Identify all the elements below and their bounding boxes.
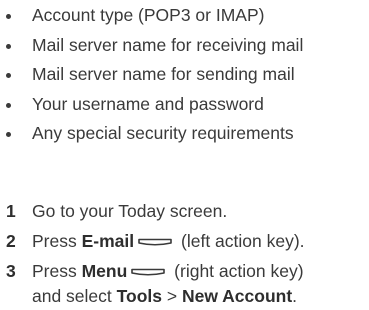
tools-menu-item: Tools	[116, 286, 163, 306]
step-item: 2 Press E-mail (left action key).	[0, 226, 369, 256]
list-item: Your username and password	[0, 90, 369, 120]
bullet-icon	[6, 43, 11, 49]
list-item-text: Your username and password	[32, 93, 264, 114]
step-text: Press E-mail (left action key).	[32, 226, 305, 259]
list-item: Mail server name for sending mail	[0, 60, 369, 90]
step-number: 2	[6, 231, 16, 251]
list-item-text: Any special security requirements	[32, 123, 294, 143]
step-number: 1	[6, 201, 16, 221]
new-account-menu-item: New Account	[181, 286, 293, 306]
right-action-key-icon	[130, 260, 166, 282]
left-action-key-icon	[137, 226, 173, 256]
bullet-icon	[6, 73, 11, 78]
list-item-text: Account type (POP3 or IMAP)	[32, 5, 265, 25]
step-text: Go to your Today screen.	[32, 196, 227, 226]
step-suffix: (right action key)	[169, 261, 304, 282]
bullet-icon	[6, 132, 11, 137]
step-number: 3	[6, 261, 16, 281]
step-item: 3 Press Menu (right action key) and selec…	[0, 256, 369, 310]
step-line2-suffix: .	[292, 286, 298, 306]
menu-separator: >	[162, 286, 182, 306]
list-item-text: Mail server name for receiving mail	[32, 34, 304, 55]
email-key-label: E-mail	[81, 231, 135, 252]
list-item: Any special security requirements	[0, 119, 369, 149]
menu-key-label: Menu	[81, 261, 128, 282]
step-line2-prefix: and select	[32, 286, 117, 306]
steps-list: 1 Go to your Today screen. 2 Press E-mai…	[0, 196, 369, 310]
step-prefix: Press	[32, 261, 82, 282]
list-item: Mail server name for receiving mail	[0, 31, 369, 61]
step-text: Press Menu (right action key) and select …	[32, 260, 304, 307]
step-item: 1 Go to your Today screen.	[0, 196, 369, 226]
requirements-list: Account type (POP3 or IMAP) Mail server …	[0, 1, 369, 149]
step-prefix: Press	[32, 231, 82, 252]
bullet-icon	[6, 102, 11, 108]
list-item: Account type (POP3 or IMAP)	[0, 1, 369, 31]
step-text-content: Go to your Today screen.	[32, 201, 228, 221]
list-item-text: Mail server name for sending mail	[32, 64, 295, 84]
document-page: Account type (POP3 or IMAP) Mail server …	[0, 0, 369, 306]
step-suffix: (left action key).	[176, 231, 305, 252]
bullet-icon	[6, 14, 11, 19]
